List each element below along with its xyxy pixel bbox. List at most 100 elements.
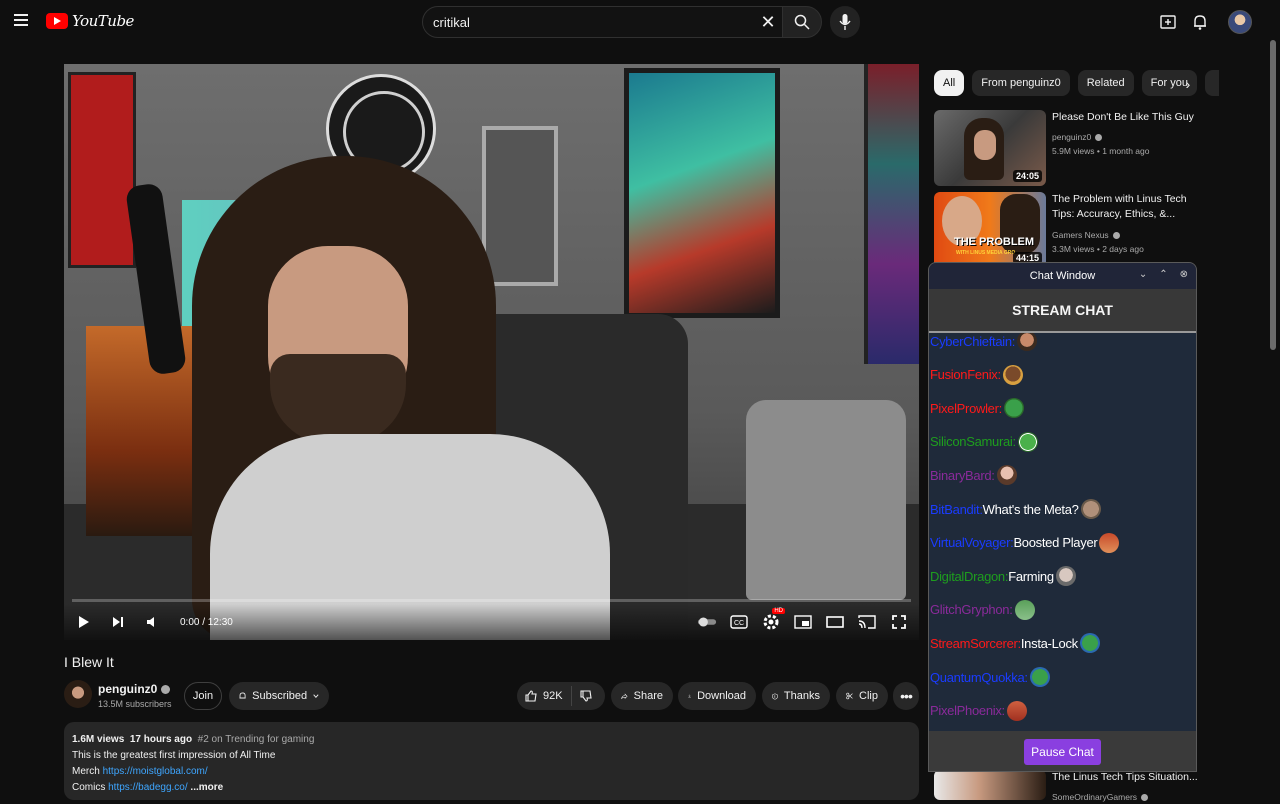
search-button[interactable]	[782, 6, 822, 38]
rec-title[interactable]: The Problem with Linus Tech Tips: Accura…	[1052, 192, 1202, 222]
video-title: I Blew It	[64, 654, 114, 670]
chip-partial[interactable]	[1204, 70, 1219, 96]
video-thumbnail[interactable]: THE PROBLEM WITH LINUS MEDIA GRO 44:15	[934, 192, 1046, 268]
autoplay-toggle[interactable]	[697, 612, 717, 632]
time-display: 0:00 / 12:30	[180, 616, 233, 628]
chat-titlebar[interactable]: Chat Window ⌄ ⌃ ⊗	[929, 263, 1196, 289]
chat-username[interactable]: StreamSorcerer:	[930, 636, 1021, 651]
video-thumbnail[interactable]: 24:05	[934, 110, 1046, 186]
description-stats: 1.6M views 17 hours ago #2 on Trending f…	[72, 732, 911, 748]
download-button[interactable]: Download	[678, 682, 756, 710]
chat-emote-icon	[1002, 364, 1023, 385]
chat-username[interactable]: GlitchGryphon:	[930, 602, 1013, 617]
chat-username[interactable]: BitBandit:	[930, 502, 983, 517]
miniplayer-icon[interactable]	[793, 612, 813, 632]
chat-username[interactable]: FusionFenix:	[930, 367, 1001, 382]
youtube-logo[interactable]: YouTube	[46, 12, 134, 30]
chat-emote-icon	[1055, 566, 1076, 587]
download-icon	[688, 694, 691, 698]
page-scrollbar[interactable]	[1270, 40, 1276, 350]
chat-username[interactable]: PixelPhoenix:	[930, 703, 1005, 718]
rec-title[interactable]: Please Don't Be Like This Guy	[1052, 110, 1202, 125]
clip-button[interactable]: Clip	[836, 682, 888, 710]
merch-line: Merch https://moistglobal.com/	[72, 764, 911, 780]
subscriber-count: 13.5M subscribers	[98, 699, 172, 709]
play-icon[interactable]	[74, 612, 94, 632]
rec-channel-name[interactable]: penguinz0	[1052, 132, 1091, 142]
trending-badge[interactable]: #2 on Trending for gaming	[198, 734, 315, 745]
video-thumbnail[interactable]	[934, 770, 1046, 800]
wall-frame	[482, 126, 558, 286]
notifications-button[interactable]	[1188, 10, 1212, 34]
clear-search-icon[interactable]: ✕	[758, 12, 778, 32]
chat-message: StreamSorcerer: Insta-Lock	[930, 631, 1100, 655]
chat-username[interactable]: QuantumQuokka:	[930, 670, 1028, 685]
dislike-button[interactable]	[572, 690, 600, 702]
share-button[interactable]: Share	[611, 682, 673, 710]
chat-messages[interactable]: CyberChieftain: FusionFenix: PixelProwler:…	[929, 333, 1196, 731]
chat-emote-icon	[1003, 398, 1024, 419]
progress-bar[interactable]	[72, 599, 911, 602]
captions-icon[interactable]: CC	[729, 612, 749, 632]
volume-icon[interactable]	[142, 612, 162, 632]
show-more-link[interactable]: ...more	[190, 782, 223, 793]
fullscreen-icon[interactable]	[889, 612, 909, 632]
pause-chat-button[interactable]: Pause Chat	[1024, 739, 1101, 765]
chat-username[interactable]: CyberChieftain:	[930, 334, 1015, 349]
chip-all[interactable]: All	[934, 70, 965, 96]
chat-footer: Pause Chat	[929, 731, 1196, 771]
rec-title[interactable]: The Linus Tech Tips Situation...	[1052, 770, 1202, 785]
chip-from-channel[interactable]: From penguinz0	[972, 70, 1070, 96]
chevron-right-icon[interactable]: ›	[1178, 74, 1198, 94]
share-label: Share	[633, 690, 663, 702]
chevron-up-icon[interactable]: ⌃	[1159, 269, 1167, 280]
recommended-video[interactable]: THE PROBLEM WITH LINUS MEDIA GRO 44:15 T…	[934, 192, 1234, 270]
bell-icon	[1194, 15, 1206, 30]
chat-username[interactable]: DigitalDragon:	[930, 569, 1008, 584]
channel-name-row[interactable]: penguinz0	[98, 682, 171, 696]
chat-emote-icon	[996, 465, 1017, 486]
next-icon[interactable]	[108, 612, 128, 632]
recommended-video[interactable]: 24:05 Please Don't Be Like This Guy peng…	[934, 110, 1234, 188]
close-icon[interactable]: ⊗	[1180, 269, 1188, 280]
search-input[interactable]: critikal	[422, 6, 784, 38]
rec-channel[interactable]: Gamers Nexus	[1052, 228, 1120, 242]
chat-emote-icon	[1080, 499, 1101, 519]
create-button[interactable]	[1156, 10, 1180, 34]
more-actions-button[interactable]: •••	[893, 682, 919, 710]
chip-related[interactable]: Related	[1077, 70, 1134, 96]
chat-emote-icon	[1014, 599, 1035, 620]
recommended-video[interactable]: The Linus Tech Tips Situation... SomeOrd…	[934, 770, 1234, 802]
chat-username[interactable]: SiliconSamurai:	[930, 434, 1016, 449]
chat-username[interactable]: PixelProwler:	[930, 401, 1002, 416]
channel-avatar[interactable]	[64, 680, 92, 708]
chat-window[interactable]: Chat Window ⌄ ⌃ ⊗ STREAM CHAT CyberChief…	[928, 262, 1197, 772]
rec-channel[interactable]: penguinz0	[1052, 130, 1103, 144]
settings-icon[interactable]: HD	[761, 608, 785, 632]
video-player[interactable]: 0:00 / 12:30 CC HD	[64, 64, 919, 640]
rec-channel-name[interactable]: SomeOrdinaryGamers	[1052, 792, 1137, 802]
menu-icon[interactable]	[14, 14, 28, 26]
account-avatar[interactable]	[1228, 10, 1252, 34]
theater-mode-icon[interactable]	[825, 612, 845, 632]
svg-text:CC: CC	[734, 620, 744, 627]
channel-name[interactable]: penguinz0	[98, 682, 157, 696]
like-button[interactable]: 92K	[517, 686, 572, 706]
voice-search-button[interactable]	[830, 6, 860, 38]
chevron-down-icon[interactable]: ⌄	[1139, 269, 1147, 280]
cast-icon[interactable]	[857, 612, 877, 632]
chat-username[interactable]: BinaryBard:	[930, 468, 995, 483]
thanks-button[interactable]: $ Thanks	[762, 682, 830, 710]
subscribed-button[interactable]: Subscribed	[229, 682, 329, 710]
chat-username[interactable]: VirtualVoyager:	[930, 535, 1014, 550]
more-icon: •••	[900, 688, 913, 704]
rec-channel-name[interactable]: Gamers Nexus	[1052, 230, 1109, 240]
description-box[interactable]: 1.6M views 17 hours ago #2 on Trending f…	[64, 722, 919, 800]
merch-link[interactable]: https://moistglobal.com/	[103, 766, 208, 777]
verified-icon	[1095, 134, 1103, 142]
chat-message: GlitchGryphon:	[930, 598, 1035, 622]
rec-channel[interactable]: SomeOrdinaryGamers	[1052, 790, 1149, 804]
comics-link[interactable]: https://badegg.co/	[108, 782, 188, 793]
chat-emote-icon	[1079, 633, 1100, 654]
join-button[interactable]: Join	[184, 682, 222, 710]
